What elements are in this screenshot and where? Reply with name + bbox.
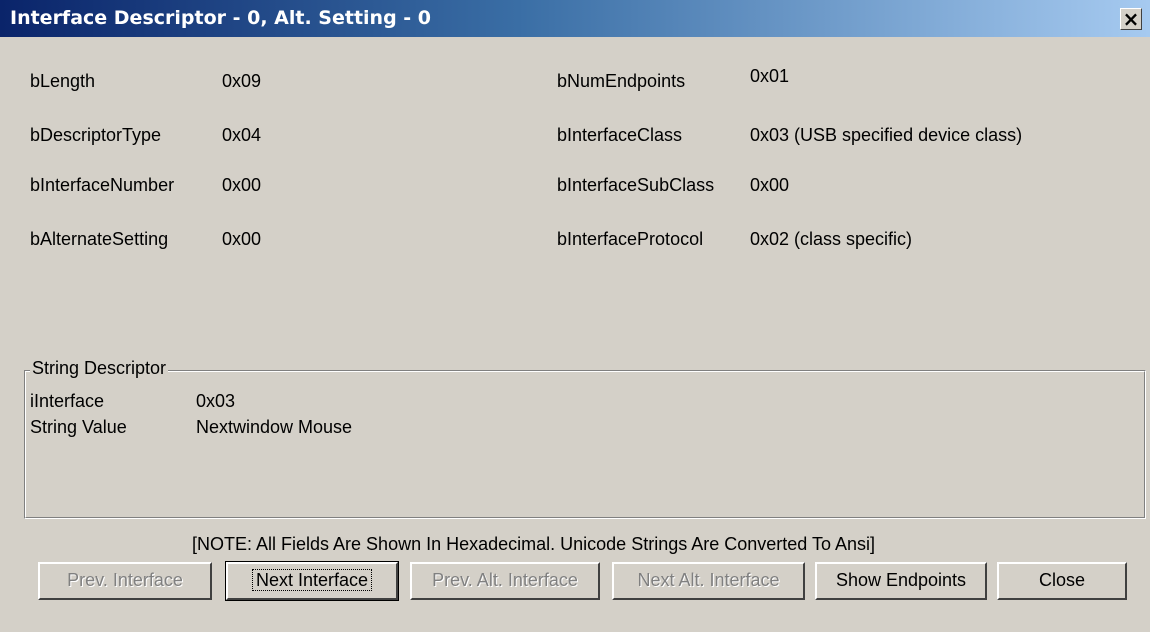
field-value-bnumendpoints: 0x01 — [750, 66, 790, 86]
field-value-balternatesetting: 0x00 — [222, 229, 262, 249]
close-button[interactable]: Close — [997, 562, 1127, 600]
prev-alt-interface-button[interactable]: Prev. Alt. Interface — [410, 562, 600, 600]
hex-note: [NOTE: All Fields Are Shown In Hexadecim… — [192, 534, 875, 554]
next-interface-button[interactable]: Next Interface — [225, 561, 399, 601]
string-value-iinterface: 0x03 — [196, 391, 236, 411]
show-endpoints-button[interactable]: Show Endpoints — [815, 562, 987, 600]
field-value-blength: 0x09 — [222, 71, 262, 91]
string-descriptor-title: String Descriptor — [30, 358, 169, 379]
string-label-string-value: String Value — [30, 417, 127, 437]
string-label-iinterface: iInterface — [30, 391, 105, 411]
next-interface-label: Next Interface — [251, 569, 373, 591]
field-label-binterfacesubclass: bInterfaceSubClass — [557, 175, 715, 195]
field-label-binterfaceclass: bInterfaceClass — [557, 125, 683, 145]
field-label-binterfacenumber: bInterfaceNumber — [30, 175, 175, 195]
next-alt-interface-button[interactable]: Next Alt. Interface — [612, 562, 805, 600]
title-bar[interactable]: Interface Descriptor - 0, Alt. Setting -… — [0, 0, 1150, 37]
field-value-binterfaceprotocol: 0x02 (class specific) — [750, 229, 913, 249]
field-value-binterfacenumber: 0x00 — [222, 175, 262, 195]
field-value-binterfacesubclass: 0x00 — [750, 175, 790, 195]
field-label-bnumendpoints: bNumEndpoints — [557, 71, 686, 91]
string-value-string-value: Nextwindow Mouse — [196, 417, 353, 437]
prev-interface-button[interactable]: Prev. Interface — [38, 562, 212, 600]
field-label-balternatesetting: bAlternateSetting — [30, 229, 169, 249]
string-descriptor-group-inner — [25, 371, 1145, 518]
field-label-binterfaceprotocol: bInterfaceProtocol — [557, 229, 704, 249]
field-label-blength: bLength — [30, 71, 96, 91]
field-label-bdescriptortype: bDescriptorType — [30, 125, 162, 145]
field-value-bdescriptortype: 0x04 — [222, 125, 262, 145]
close-icon[interactable]: × — [1120, 8, 1142, 30]
window-title: Interface Descriptor - 0, Alt. Setting -… — [10, 7, 432, 29]
field-value-binterfaceclass: 0x03 (USB specified device class) — [750, 125, 1023, 145]
